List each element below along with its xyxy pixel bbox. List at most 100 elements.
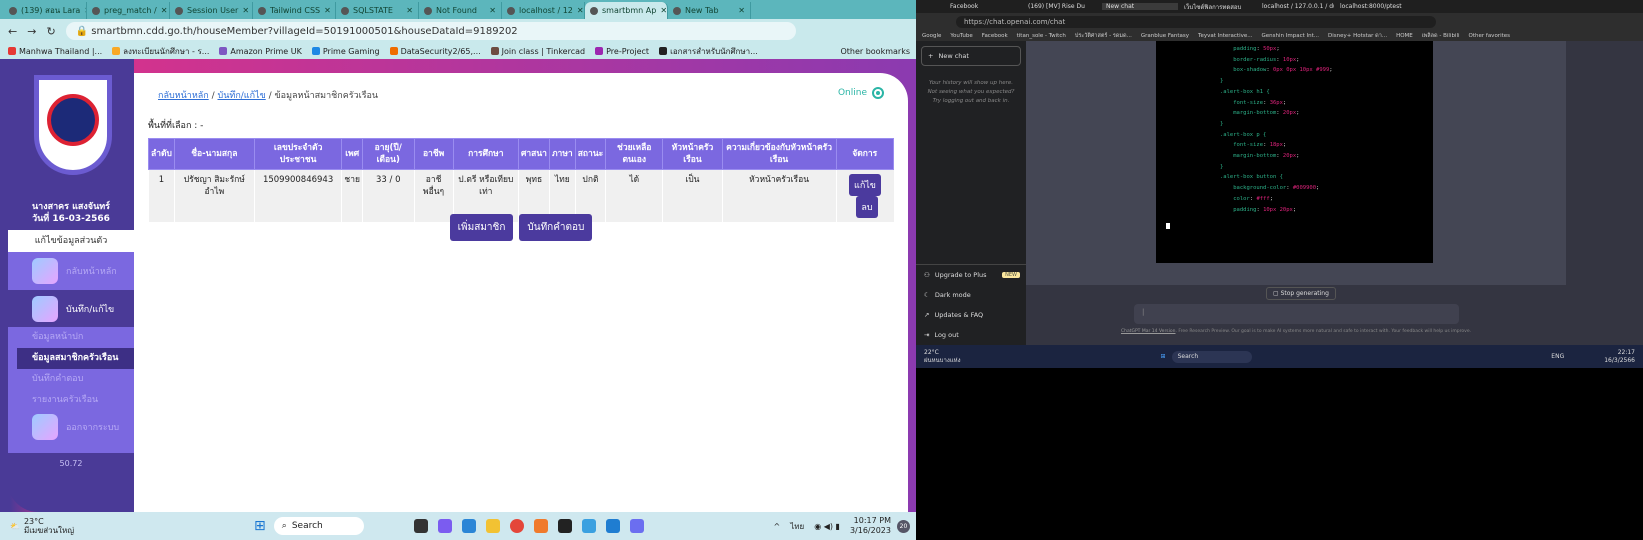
close-icon[interactable]: ✕ bbox=[489, 6, 496, 15]
wifi-volume-battery-icon[interactable]: ◉ ◀) ▮ bbox=[814, 522, 840, 531]
close-icon[interactable]: ✕ bbox=[324, 6, 331, 15]
sidebar-item-record[interactable]: บันทึก/แก้ไข bbox=[8, 290, 134, 327]
edge-tab[interactable]: เว็บไซต์ฟิลการทดสอบ bbox=[1180, 2, 1256, 12]
submenu-members[interactable]: ข้อมูลสมาชิกครัวเรือน bbox=[17, 348, 134, 369]
bookmark[interactable]: Amazon Prime UK bbox=[219, 47, 302, 56]
browser-tab[interactable]: SQLSTATE ✕ bbox=[336, 2, 419, 19]
vscode-icon[interactable] bbox=[605, 519, 620, 533]
taskbar-search[interactable]: Search bbox=[1171, 350, 1252, 363]
favorite[interactable]: titan_sole - Twitch bbox=[1017, 33, 1066, 39]
browser-tab[interactable]: Session User ✕ bbox=[170, 2, 253, 19]
bookmark[interactable]: Join class | Tinkercad bbox=[490, 47, 585, 56]
other-bookmarks[interactable]: Other bookmarks bbox=[840, 47, 910, 56]
terminal-icon[interactable] bbox=[557, 519, 572, 533]
favorite[interactable]: Facebook bbox=[982, 33, 1008, 39]
reload-icon[interactable]: ↻ bbox=[46, 25, 55, 38]
windows-start-icon[interactable]: ⊞ bbox=[254, 518, 266, 534]
updates-faq-item[interactable]: ↗ Updates & FAQ bbox=[916, 305, 1026, 325]
teams-icon[interactable] bbox=[437, 519, 452, 533]
input-language[interactable]: ไทย bbox=[790, 520, 804, 533]
favorite[interactable]: ประวัติศาสตร์ - รดมด... bbox=[1075, 32, 1132, 40]
browser-tab[interactable]: preg_match / ✕ bbox=[87, 2, 170, 19]
clock[interactable]: 10:17 PM 3/16/2023 bbox=[850, 516, 891, 536]
favorite[interactable]: Disney+ Hotstar ดา... bbox=[1328, 32, 1387, 40]
edge-tab[interactable]: localhost:8000/ptest bbox=[1336, 3, 1412, 10]
submenu-answers[interactable]: บันทึกคำตอบ bbox=[8, 369, 134, 390]
close-icon[interactable]: ✕ bbox=[242, 6, 249, 15]
bookmark[interactable]: Pre-Project bbox=[595, 47, 649, 56]
logout-item[interactable]: ⇥ Log out bbox=[916, 325, 1026, 345]
clock[interactable]: 22:17 16/3/2566 bbox=[1604, 349, 1635, 365]
chrome-icon[interactable] bbox=[509, 519, 524, 533]
edit-profile-link[interactable]: แก้ไขข้อมูลส่วนตัว bbox=[8, 230, 134, 252]
forward-icon[interactable]: → bbox=[27, 25, 36, 38]
notification-badge[interactable]: 20 bbox=[897, 519, 910, 533]
bookmark[interactable]: ลงทะเบียนนักศึกษา - ร... bbox=[112, 45, 209, 58]
edge-tab[interactable]: (169) [MV] Rise Du bbox=[1024, 3, 1100, 10]
tray-chevron-icon[interactable]: ^ bbox=[774, 522, 781, 531]
bookmark[interactable]: DataSecurity2/65,... bbox=[389, 47, 481, 56]
stop-generating-button[interactable]: ▢ Stop generating bbox=[1266, 287, 1336, 300]
edge-tab[interactable]: Facebook bbox=[946, 3, 1022, 10]
version-link[interactable]: ChatGPT Mar 14 Version bbox=[1121, 329, 1176, 334]
edit-button[interactable]: แก้ไข bbox=[849, 174, 881, 196]
onedrive-icon[interactable] bbox=[461, 519, 476, 533]
edge-url-input[interactable]: https://chat.openai.com/chat bbox=[956, 15, 1436, 28]
edge-tab[interactable]: New chat bbox=[1102, 3, 1178, 10]
browser-tab[interactable]: New Tab ✕ bbox=[668, 2, 751, 19]
favorite[interactable]: Other favorites bbox=[1469, 33, 1511, 39]
weather[interactable]: 22°C ฝนหนบางแห่ง bbox=[924, 349, 961, 365]
favorite[interactable]: Teyvat Interactive... bbox=[1198, 33, 1252, 39]
sidebar-item-home[interactable]: กลับหน้าหลัก bbox=[8, 252, 134, 290]
back-icon[interactable]: ← bbox=[8, 25, 17, 38]
breadcrumb-home[interactable]: กลับหน้าหลัก bbox=[158, 91, 209, 101]
windows-start-icon[interactable]: ⊞ bbox=[1161, 353, 1166, 360]
bookmark[interactable]: Prime Gaming bbox=[311, 47, 380, 56]
browser-tab[interactable]: (139) สอน Lara✕ bbox=[4, 2, 87, 19]
bookmark-label: ลงทะเบียนนักศึกษา - ร... bbox=[123, 46, 210, 56]
save-answer-button[interactable]: บันทึกคำตอบ bbox=[519, 214, 593, 241]
app-icon[interactable] bbox=[413, 519, 428, 533]
bookmark[interactable]: เอกสารสำหรับนักศึกษา... bbox=[659, 45, 758, 58]
bookmarks-bar: Manhwa Thailand |... ลงทะเบียนนักศึกษา - … bbox=[0, 43, 916, 59]
code-line: border-radius: 10px; bbox=[1220, 55, 1433, 66]
favorite[interactable]: Genshin Impact Int... bbox=[1261, 33, 1319, 39]
close-icon[interactable]: ✕ bbox=[738, 6, 745, 15]
taskbar-search[interactable]: ⌕ Search bbox=[273, 517, 364, 535]
close-icon[interactable]: ✕ bbox=[161, 6, 168, 15]
url-input[interactable]: 🔒 smartbmn.cdd.go.th/houseMember?village… bbox=[65, 22, 796, 40]
close-icon[interactable]: ✕ bbox=[660, 6, 667, 15]
edge-tab[interactable]: localhost / 127.0.0.1 / du bbox=[1258, 3, 1334, 10]
favorite[interactable]: YouTube bbox=[950, 33, 972, 39]
input-language[interactable]: ENG bbox=[1551, 353, 1564, 360]
new-chat-button[interactable]: + New chat bbox=[921, 46, 1021, 66]
explorer-icon[interactable] bbox=[485, 519, 500, 533]
sidebar-item-logout[interactable]: ออกจากระบบ bbox=[8, 407, 134, 447]
discord-icon[interactable] bbox=[629, 519, 644, 533]
favorite[interactable]: Granblue Fantasy bbox=[1141, 33, 1189, 39]
submenu-cover[interactable]: ข้อมูลหน้าปก bbox=[8, 327, 134, 348]
add-member-button[interactable]: เพิ่มสมาชิก bbox=[449, 214, 514, 241]
sidebar-bottom-menu: ⚇ Upgrade to Plus NEW ☾ Dark mode ↗ Updates … bbox=[916, 264, 1026, 345]
browser-tab[interactable]: smartbmn Ap ✕ bbox=[585, 2, 668, 19]
favorite[interactable]: เพลิลด - Bilibili bbox=[1422, 32, 1460, 40]
browser-tab[interactable]: localhost / 12 ✕ bbox=[502, 2, 585, 19]
upgrade-plus-item[interactable]: ⚇ Upgrade to Plus NEW bbox=[916, 265, 1026, 285]
code-token: padding bbox=[1233, 46, 1257, 52]
favorite[interactable]: HOME bbox=[1396, 33, 1413, 39]
chat-input[interactable]: | bbox=[1134, 304, 1459, 324]
notepad-icon[interactable] bbox=[581, 519, 596, 533]
tab-label: localhost / 12 bbox=[519, 6, 573, 15]
xampp-icon[interactable] bbox=[533, 519, 548, 533]
close-icon[interactable]: ✕ bbox=[577, 6, 584, 15]
weather[interactable]: 23°C มีเมฆส่วนใหญ่ bbox=[24, 517, 74, 535]
dark-mode-item[interactable]: ☾ Dark mode bbox=[916, 285, 1026, 305]
browser-tab[interactable]: Not Found ✕ bbox=[419, 2, 502, 19]
browser-tab[interactable]: Tailwind CSS ✕ bbox=[253, 2, 336, 19]
bookmark[interactable]: Manhwa Thailand |... bbox=[8, 47, 102, 56]
favorite[interactable]: Google bbox=[922, 33, 941, 39]
close-icon[interactable]: ✕ bbox=[406, 6, 413, 15]
user-name: นางสาคร แสงจันทร์ bbox=[31, 202, 111, 212]
breadcrumb-record[interactable]: บันทึก/แก้ไข bbox=[218, 91, 266, 101]
